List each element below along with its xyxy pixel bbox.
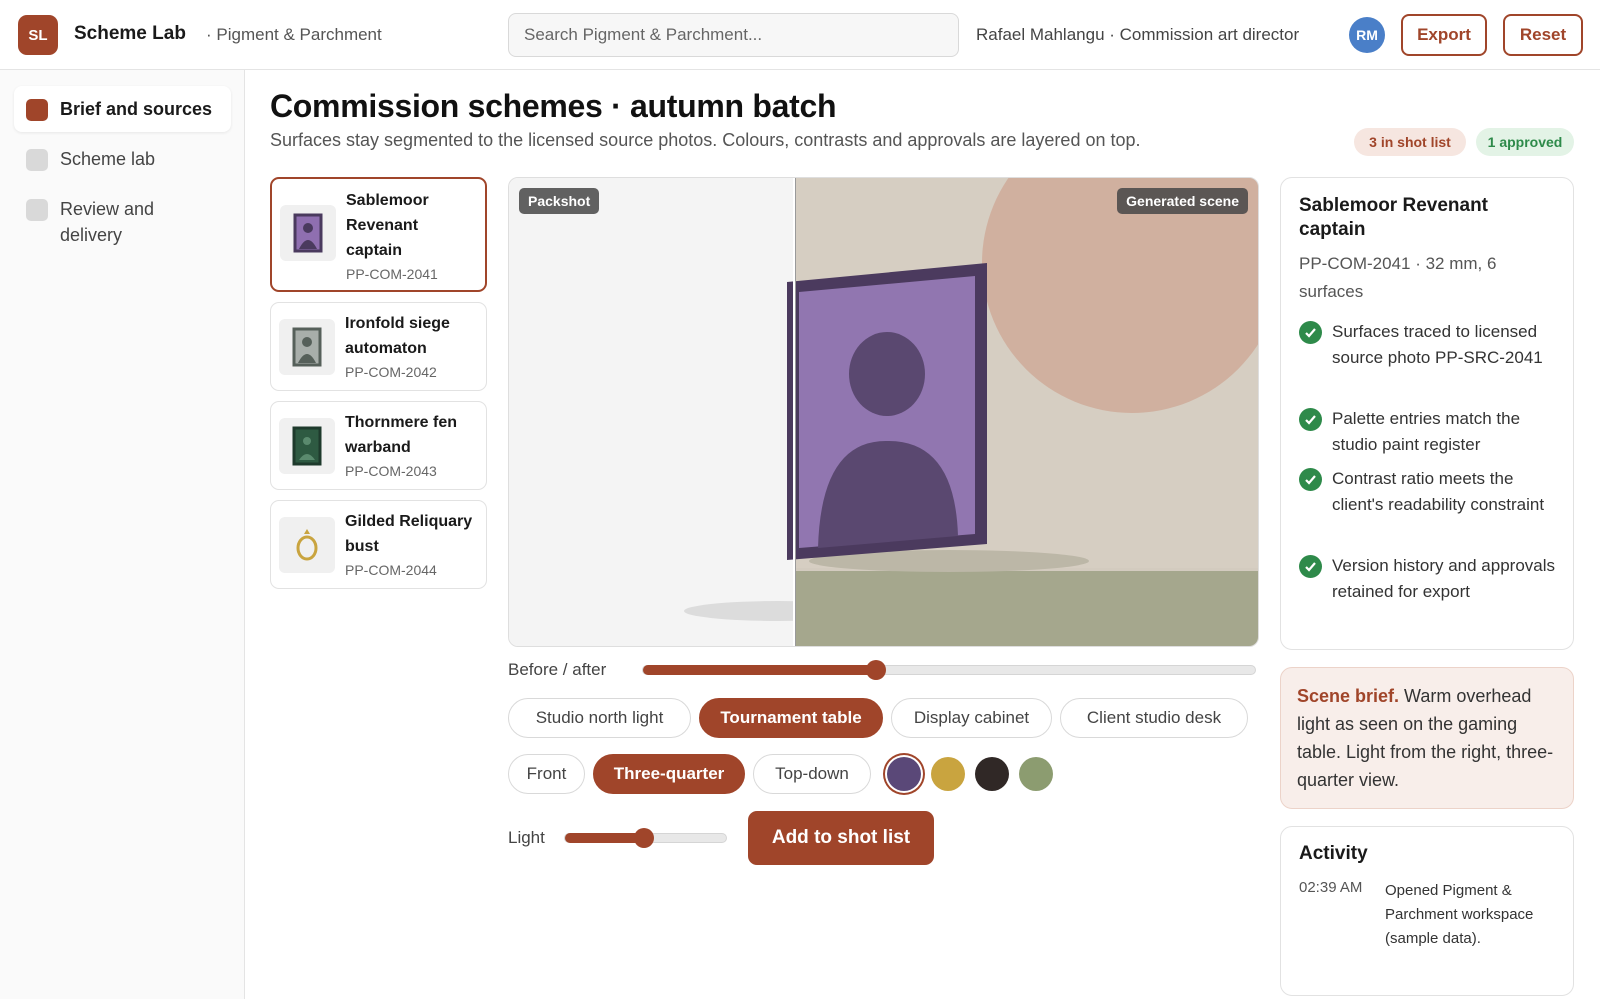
portrait-card-icon bbox=[280, 205, 336, 261]
slider-fill bbox=[565, 833, 644, 843]
step-indicator-icon bbox=[26, 149, 48, 171]
app-logo: SL bbox=[18, 15, 58, 55]
scene-brief: Scene brief. Warm overhead light as seen… bbox=[1280, 667, 1574, 809]
packshot-label: Packshot bbox=[519, 188, 600, 214]
light-label: Light bbox=[508, 828, 545, 847]
detail-card: Sablemoor Revenant captain PP-COM-2041 ·… bbox=[1280, 177, 1574, 650]
scene-chip-display-cabinet[interactable]: Display cabinet bbox=[891, 698, 1052, 738]
check-icon bbox=[1299, 468, 1322, 491]
generated-scene-label: Generated scene bbox=[1117, 188, 1248, 214]
check-text: Contrast ratio meets the client's readab… bbox=[1332, 469, 1545, 514]
scene-preview[interactable]: Packshot Generated scene bbox=[508, 177, 1259, 647]
product-code: PP-COM-2042 bbox=[345, 364, 437, 380]
colour-swatch-dark-brown[interactable] bbox=[975, 757, 1009, 791]
approved-badge: 1 approved bbox=[1476, 128, 1574, 156]
product-code: PP-COM-2043 bbox=[345, 463, 437, 479]
sidebar-item-label: Review and delivery bbox=[60, 199, 155, 245]
slider-thumb[interactable] bbox=[633, 828, 654, 848]
sidebar-item-label: Scheme lab bbox=[60, 149, 156, 169]
reset-button[interactable]: Reset bbox=[1503, 14, 1583, 56]
detail-meta: PP-COM-2041 · 32 mm, 6 surfaces bbox=[1299, 254, 1497, 301]
avatar[interactable]: RM bbox=[1349, 17, 1385, 53]
scene-chip-tournament-table[interactable]: Tournament table bbox=[699, 698, 883, 738]
sidebar-item-scheme-lab[interactable]: Scheme lab bbox=[14, 136, 231, 182]
step-indicator-icon bbox=[26, 99, 48, 121]
product-card-thornmere[interactable]: Thornmere fen warband PP-COM-2043 bbox=[270, 401, 487, 490]
product-name: Gilded Reliquary bust bbox=[345, 513, 473, 555]
check-icon bbox=[1299, 321, 1322, 344]
portrait-card-icon bbox=[279, 418, 335, 474]
angle-chip-top-down[interactable]: Top-down bbox=[753, 754, 871, 794]
check-text: Palette entries match the studio paint r… bbox=[1332, 409, 1521, 454]
check-text: Surfaces traced to licensed source photo… bbox=[1332, 322, 1543, 367]
workspace-name: · Pigment & Parchment bbox=[206, 25, 382, 44]
before-after-label: Before / after bbox=[508, 660, 607, 679]
page-title: Commission schemes · autumn batch bbox=[270, 88, 837, 124]
check-icon bbox=[1299, 408, 1322, 431]
product-code: PP-COM-2044 bbox=[345, 562, 437, 578]
activity-title: Activity bbox=[1299, 843, 1368, 864]
sidebar-item-review[interactable]: Review and delivery bbox=[14, 186, 231, 258]
sidebar-item-brief[interactable]: Brief and sources bbox=[14, 86, 231, 132]
angle-chip-three-quarter[interactable]: Three-quarter bbox=[593, 754, 745, 794]
product-card-ironfold[interactable]: Ironfold siege automaton PP-COM-2042 bbox=[270, 302, 487, 391]
check-icon bbox=[1299, 555, 1322, 578]
product-card-sablemoor[interactable]: Sablemoor Revenant captain PP-COM-2041 bbox=[270, 177, 487, 292]
check-text: Version history and approvals retained f… bbox=[1332, 556, 1556, 601]
slider-thumb[interactable] bbox=[865, 660, 886, 680]
activity-text: Opened Pigment & Parchment workspace (sa… bbox=[1385, 882, 1534, 947]
export-button[interactable]: Export bbox=[1401, 14, 1487, 56]
page-subtitle: Surfaces stay segmented to the licensed … bbox=[270, 130, 1141, 150]
sidebar-item-label: Brief and sources bbox=[60, 99, 213, 119]
shot-list-badge: 3 in shot list bbox=[1354, 128, 1466, 156]
product-card-gilded[interactable]: Gilded Reliquary bust PP-COM-2044 bbox=[270, 500, 487, 589]
before-after-slider[interactable] bbox=[642, 660, 1256, 680]
slider-fill bbox=[643, 665, 876, 675]
product-name: Ironfold siege automaton bbox=[345, 315, 450, 357]
detail-title: Sablemoor Revenant captain bbox=[1299, 195, 1488, 240]
product-name: Sablemoor Revenant captain bbox=[346, 192, 429, 259]
activity-time: 02:39 AM bbox=[1299, 879, 1363, 896]
search-input[interactable] bbox=[508, 13, 959, 57]
colour-swatch-sage[interactable] bbox=[1019, 757, 1053, 791]
scene-chip-client-studio-desk[interactable]: Client studio desk bbox=[1060, 698, 1248, 738]
check-item: Surfaces traced to licensed source photo… bbox=[1299, 319, 1559, 397]
scene-chip-studio-north-light[interactable]: Studio north light bbox=[508, 698, 691, 738]
product-code: PP-COM-2041 bbox=[346, 266, 438, 282]
ring-icon bbox=[279, 517, 335, 573]
top-bar: SL Scheme Lab · Pigment & Parchment Rafa… bbox=[0, 0, 1600, 70]
user-name: Rafael Mahlangu · Commission art directo… bbox=[976, 25, 1300, 44]
scene-render bbox=[509, 178, 1258, 646]
colour-swatch-gold[interactable] bbox=[931, 757, 965, 791]
angle-chip-front[interactable]: Front bbox=[508, 754, 585, 794]
check-item: Version history and approvals retained f… bbox=[1299, 553, 1559, 631]
scene-brief-lead: Scene brief. bbox=[1297, 686, 1400, 706]
activity-card: Activity 02:39 AM Opened Pigment & Parch… bbox=[1280, 826, 1574, 996]
portrait-card-icon bbox=[279, 319, 335, 375]
colour-swatch-purple[interactable] bbox=[887, 757, 921, 791]
check-item: Contrast ratio meets the client's readab… bbox=[1299, 466, 1559, 544]
app-name: Scheme Lab bbox=[74, 23, 186, 44]
check-item: Palette entries match the studio paint r… bbox=[1299, 406, 1559, 458]
step-indicator-icon bbox=[26, 199, 48, 221]
light-slider[interactable] bbox=[564, 828, 727, 848]
sidebar: Brief and sources Scheme lab Review and … bbox=[0, 70, 245, 999]
product-name: Thornmere fen warband bbox=[345, 414, 458, 456]
add-to-shot-list-button[interactable]: Add to shot list bbox=[748, 811, 934, 865]
